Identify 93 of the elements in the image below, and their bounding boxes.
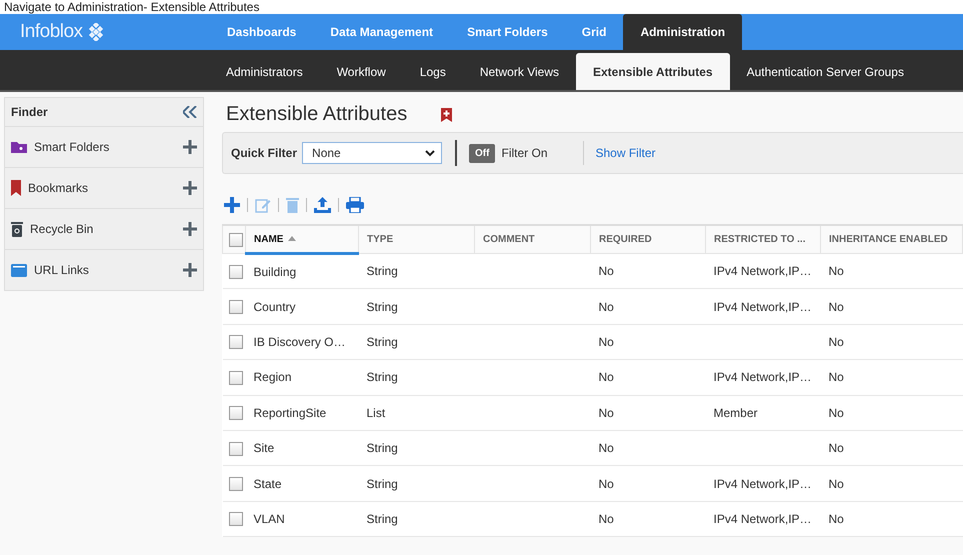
row-checkbox[interactable] bbox=[228, 512, 242, 526]
finder-item-label: Bookmarks bbox=[28, 181, 90, 195]
sub-tab[interactable]: Authentication Server Groups bbox=[730, 53, 921, 90]
sub-tab[interactable]: Administrators bbox=[209, 53, 320, 90]
column-header[interactable]: COMMENT bbox=[474, 225, 590, 254]
table-cell: No bbox=[828, 512, 844, 526]
sub-tab[interactable]: Network Views bbox=[462, 53, 576, 90]
table-cell: State bbox=[254, 476, 282, 491]
table-cell: No bbox=[598, 441, 614, 456]
add-icon[interactable] bbox=[224, 197, 240, 213]
table-cell: String bbox=[366, 370, 398, 384]
table-cell: No bbox=[828, 370, 844, 384]
table-cell: ReportingSite bbox=[254, 406, 326, 420]
page-title: Extensible Attributes bbox=[226, 103, 408, 126]
table-cell: No bbox=[828, 334, 844, 349]
window-icon bbox=[11, 264, 27, 276]
filter-toggle[interactable]: Off bbox=[469, 144, 496, 162]
upload-icon[interactable] bbox=[314, 197, 331, 213]
table-cell: String bbox=[366, 476, 398, 491]
table-cell: IPv4 Network,IP… bbox=[714, 476, 812, 491]
row-checkbox[interactable] bbox=[228, 300, 242, 314]
finder-item-label: Smart Folders bbox=[34, 140, 110, 154]
nav-tab[interactable]: Administration bbox=[623, 14, 742, 50]
finder-item[interactable]: Smart Folders bbox=[4, 127, 204, 168]
show-filter-link[interactable]: Show Filter bbox=[596, 146, 656, 160]
quick-filter-select[interactable]: None bbox=[302, 142, 442, 164]
chevron-down-icon bbox=[425, 150, 436, 156]
table-cell: No bbox=[598, 370, 614, 384]
table-cell: No bbox=[828, 476, 844, 491]
table-cell: Site bbox=[254, 441, 274, 456]
quick-filter-label: Quick Filter bbox=[231, 146, 298, 160]
column-header[interactable]: NAME bbox=[246, 225, 358, 254]
row-checkbox[interactable] bbox=[228, 406, 242, 420]
table-cell: VLAN bbox=[254, 512, 285, 526]
sort-arrow-icon bbox=[288, 236, 296, 242]
row-checkbox[interactable] bbox=[228, 476, 242, 491]
add-icon[interactable] bbox=[183, 222, 197, 236]
sub-tab[interactable]: Extensible Attributes bbox=[576, 53, 730, 90]
collapse-icon[interactable] bbox=[183, 106, 197, 118]
add-icon[interactable] bbox=[183, 140, 197, 154]
finder-item[interactable]: Recycle Bin bbox=[4, 209, 204, 250]
finder-item-label: Recycle Bin bbox=[30, 222, 94, 236]
finder-item-label: URL Links bbox=[34, 263, 90, 277]
table-cell: IPv4 Network,IP… bbox=[714, 300, 812, 314]
table-cell: String bbox=[366, 264, 398, 278]
caption-text: Navigate to Administration- Extensible Attributes bbox=[3, 0, 260, 14]
table-cell: No bbox=[598, 512, 614, 526]
table-cell: No bbox=[598, 476, 614, 491]
table-cell: List bbox=[366, 406, 386, 420]
table-cell: IB Discovery O… bbox=[254, 334, 346, 349]
bookmark-icon bbox=[11, 180, 21, 196]
row-checkbox[interactable] bbox=[228, 264, 242, 279]
column-header[interactable]: TYPE bbox=[358, 225, 474, 254]
column-header[interactable]: RESTRICTED TO ... bbox=[706, 225, 820, 254]
trash-icon bbox=[11, 221, 23, 237]
row-checkbox[interactable] bbox=[228, 335, 242, 350]
table-cell: No bbox=[828, 406, 844, 420]
table-cell: Member bbox=[714, 406, 758, 420]
column-header[interactable]: REQUIRED bbox=[590, 225, 706, 254]
select-all-checkbox[interactable] bbox=[229, 232, 243, 246]
table-cell: No bbox=[598, 300, 614, 314]
table-cell: No bbox=[828, 300, 844, 314]
finder-title: Finder bbox=[11, 105, 48, 119]
bookmark-add-icon[interactable] bbox=[441, 108, 452, 122]
table-cell: Country bbox=[254, 300, 296, 314]
table-cell: No bbox=[598, 406, 614, 420]
table-cell: Region bbox=[254, 370, 292, 384]
table-cell: No bbox=[828, 264, 844, 278]
add-icon[interactable] bbox=[183, 181, 197, 195]
table-cell: No bbox=[598, 334, 614, 349]
table-cell: No bbox=[828, 441, 844, 456]
finder-item[interactable]: URL Links bbox=[4, 250, 204, 291]
table-cell: IPv4 Network,IP… bbox=[714, 370, 812, 384]
table-cell: IPv4 Network,IP… bbox=[714, 512, 812, 526]
table-cell: Building bbox=[254, 264, 296, 279]
table-cell: String bbox=[366, 512, 398, 526]
folder-icon bbox=[11, 141, 27, 153]
table-cell: No bbox=[598, 264, 614, 278]
add-icon[interactable] bbox=[183, 263, 197, 277]
table-cell: String bbox=[366, 441, 398, 456]
logo-icon bbox=[86, 23, 105, 41]
table-cell: String bbox=[366, 300, 398, 314]
table-cell: String bbox=[366, 334, 398, 349]
brand-logo-text: Infoblox bbox=[20, 21, 83, 43]
print-icon[interactable] bbox=[346, 197, 364, 213]
sub-tab[interactable]: Logs bbox=[402, 53, 463, 90]
row-checkbox[interactable] bbox=[228, 442, 242, 456]
filter-on-label: Filter On bbox=[501, 146, 548, 160]
sub-tab[interactable]: Workflow bbox=[320, 53, 403, 90]
finder-item[interactable]: Bookmarks bbox=[4, 168, 204, 209]
table-cell: IPv4 Network,IP… bbox=[714, 264, 812, 278]
column-header[interactable]: INHERITANCE ENABLED bbox=[820, 225, 962, 254]
row-checkbox[interactable] bbox=[228, 370, 242, 385]
